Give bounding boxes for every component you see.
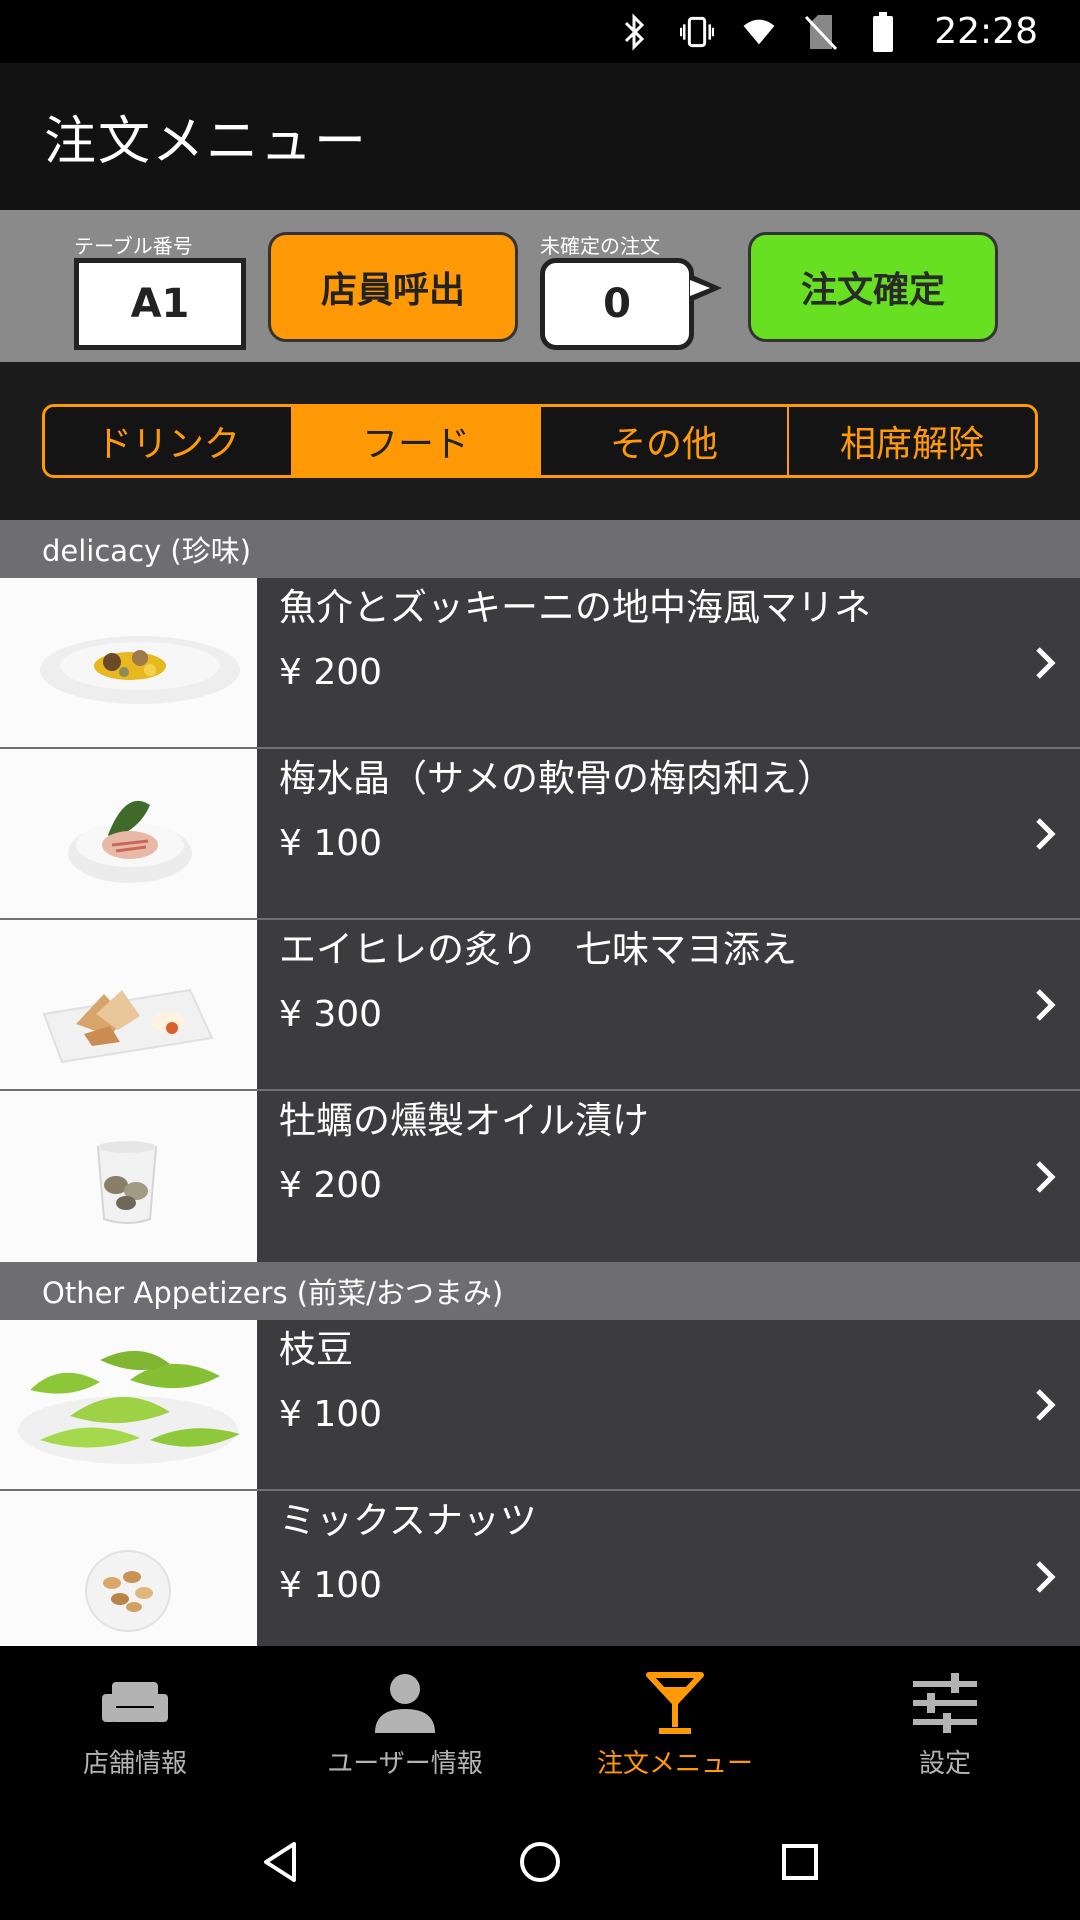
menu-item-body: エイヒレの炙り 七味マヨ添え ¥ 300	[257, 920, 1080, 1089]
tab-food[interactable]: フード	[293, 407, 541, 475]
system-navigation-bar	[0, 1804, 1080, 1920]
menu-item[interactable]: 梅水晶（サメの軟骨の梅肉和え） ¥ 100	[0, 749, 1080, 920]
cocktail-icon	[639, 1671, 711, 1735]
food-photo	[0, 1491, 257, 1648]
chevron-right-icon	[1036, 1160, 1056, 1193]
call-staff-button[interactable]: 店員呼出	[268, 232, 518, 342]
item-price: ¥ 100	[279, 822, 383, 864]
category-tab-area: ドリンク フード その他 相席解除	[0, 362, 1080, 520]
table-number-display: A1	[74, 258, 246, 350]
item-name: エイヒレの炙り 七味マヨ添え	[279, 928, 797, 971]
item-price: ¥ 100	[279, 1564, 383, 1606]
food-photo	[0, 1091, 257, 1262]
home-circle-icon	[520, 1842, 560, 1882]
pending-orders-count[interactable]: 0	[540, 258, 694, 350]
menu-item-body: 枝豆 ¥ 100	[257, 1320, 1080, 1489]
home-button[interactable]	[510, 1832, 570, 1892]
chevron-right-icon	[1036, 1388, 1056, 1421]
nav-store-info[interactable]: 店舗情報	[0, 1646, 270, 1804]
clock: 22:28	[934, 11, 1038, 52]
food-photo	[0, 749, 257, 918]
sliders-icon	[909, 1671, 981, 1735]
recents-button[interactable]	[770, 1832, 830, 1892]
menu-item[interactable]: 牡蠣の燻製オイル漬け ¥ 200	[0, 1091, 1080, 1262]
recents-square-icon	[782, 1844, 818, 1880]
battery-icon	[866, 11, 900, 52]
wifi-icon	[742, 12, 776, 52]
tab-drink[interactable]: ドリンク	[45, 407, 293, 475]
food-photo	[0, 1320, 257, 1489]
menu-item[interactable]: ミックスナッツ ¥ 100	[0, 1491, 1080, 1648]
speech-tail-inner	[690, 280, 710, 296]
page-title: 注文メニュー	[44, 112, 369, 172]
item-name: 魚介とズッキーニの地中海風マリネ	[279, 586, 871, 629]
back-button[interactable]	[250, 1832, 310, 1892]
item-price: ¥ 200	[279, 651, 383, 693]
status-bar: 22:28	[0, 0, 1080, 63]
chevron-right-icon	[1036, 817, 1056, 850]
item-name: 牡蠣の燻製オイル漬け	[279, 1099, 649, 1142]
section-header: Other Appetizers (前菜/おつまみ)	[0, 1262, 1080, 1320]
chevron-right-icon	[1036, 1560, 1056, 1593]
bluetooth-icon	[618, 12, 652, 52]
tab-other[interactable]: その他	[541, 407, 789, 475]
vibrate-icon	[680, 12, 715, 52]
tab-cancel-shared-table[interactable]: 相席解除	[789, 407, 1035, 475]
food-photo	[0, 920, 257, 1089]
control-panel: テーブル番号 A1 店員呼出 未確定の注文 0 注文確定	[0, 210, 1080, 362]
menu-item[interactable]: 魚介とズッキーニの地中海風マリネ ¥ 200	[0, 578, 1080, 749]
item-price: ¥ 300	[279, 993, 383, 1035]
menu-item-body: 牡蠣の燻製オイル漬け ¥ 200	[257, 1091, 1080, 1262]
item-name: ミックスナッツ	[279, 1499, 537, 1542]
sofa-icon	[99, 1671, 171, 1735]
nav-label: 注文メニュー	[596, 1748, 753, 1779]
item-price: ¥ 100	[279, 1393, 383, 1435]
no-sim-icon	[804, 12, 838, 52]
nav-settings[interactable]: 設定	[810, 1646, 1080, 1804]
food-photo	[0, 578, 257, 747]
nav-label: 店舗情報	[82, 1748, 187, 1779]
category-tabs: ドリンク フード その他 相席解除	[42, 404, 1038, 478]
item-price: ¥ 200	[279, 1164, 383, 1206]
nav-order-menu[interactable]: 注文メニュー	[540, 1646, 810, 1804]
person-icon	[369, 1671, 441, 1735]
confirm-order-button[interactable]: 注文確定	[748, 232, 998, 342]
item-name: 枝豆	[279, 1328, 353, 1371]
back-triangle-icon	[264, 1842, 296, 1882]
nav-user-info[interactable]: ユーザー情報	[270, 1646, 540, 1804]
bottom-navigation: 店舗情報 ユーザー情報 注文メニュー 設定	[0, 1646, 1080, 1804]
item-name: 梅水晶（サメの軟骨の梅肉和え）	[279, 757, 834, 800]
menu-item-body: ミックスナッツ ¥ 100	[257, 1491, 1080, 1648]
nav-label: ユーザー情報	[327, 1748, 483, 1779]
app-bar: 注文メニュー	[0, 63, 1080, 210]
chevron-right-icon	[1036, 646, 1056, 679]
nav-label: 設定	[918, 1748, 971, 1779]
chevron-right-icon	[1036, 988, 1056, 1021]
menu-item-body: 梅水晶（サメの軟骨の梅肉和え） ¥ 100	[257, 749, 1080, 918]
menu-list[interactable]: delicacy (珍味) 魚介とズッキーニの地中海風マリネ ¥ 200 梅水晶…	[0, 520, 1080, 1648]
table-number-label: テーブル番号	[74, 234, 193, 258]
pending-orders-label: 未確定の注文	[540, 234, 660, 258]
menu-item-body: 魚介とズッキーニの地中海風マリネ ¥ 200	[257, 578, 1080, 747]
menu-item[interactable]: 枝豆 ¥ 100	[0, 1320, 1080, 1491]
menu-item[interactable]: エイヒレの炙り 七味マヨ添え ¥ 300	[0, 920, 1080, 1091]
section-header: delicacy (珍味)	[0, 520, 1080, 578]
